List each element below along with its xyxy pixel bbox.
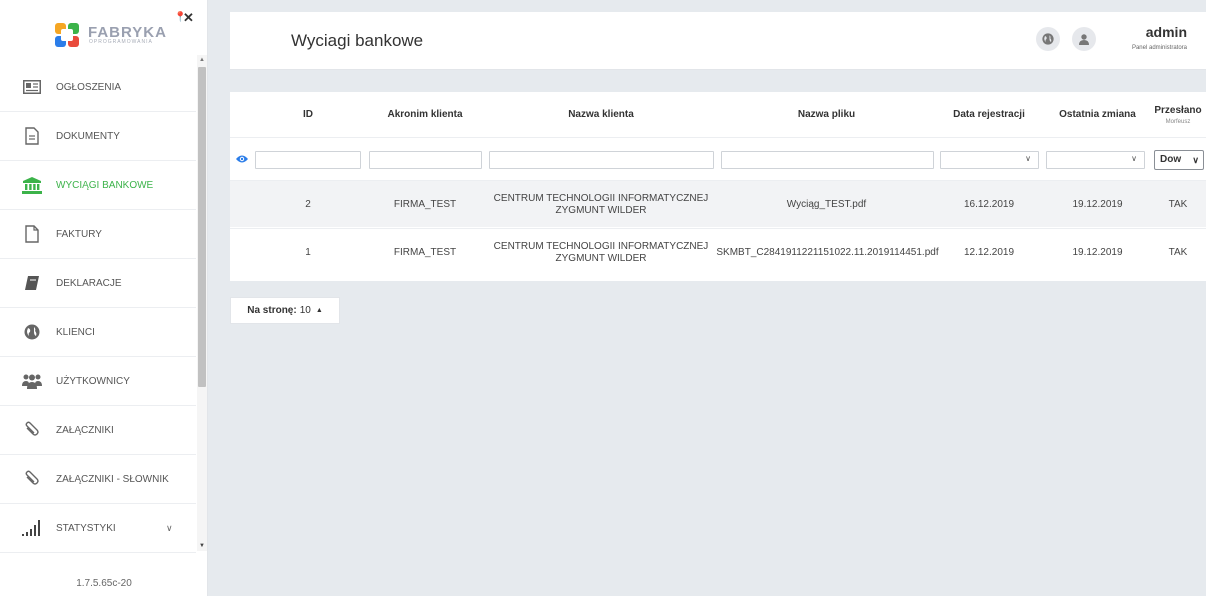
sidebar-item-label: DEKLARACJE <box>56 277 122 289</box>
sidebar-item-label: KLIENCI <box>56 326 95 338</box>
user-menu-button[interactable] <box>1072 27 1096 51</box>
eye-icon[interactable] <box>236 153 248 165</box>
sidebar-item-label: WYCIĄGI BANKOWE <box>56 179 154 191</box>
sidebar-item-ogloszenia[interactable]: OGŁOSZENIA <box>0 63 196 112</box>
sidebar-item-faktury[interactable]: FAKTURY <box>0 210 196 259</box>
cell-id: 1 <box>305 246 311 258</box>
sidebar: FABRYKA OPROGRAMOWANIA 📍 ✕ OGŁOSZENIA DO… <box>0 0 208 596</box>
cell-modified: 19.12.2019 <box>1072 246 1123 258</box>
close-icon[interactable]: ✕ <box>183 10 194 26</box>
cell-sent: TAK <box>1168 246 1188 258</box>
paperclip-icon <box>22 469 42 489</box>
globe-icon <box>22 322 42 342</box>
column-header-registered[interactable]: Data rejestracji <box>938 92 1040 137</box>
caret-up-icon: ▲ <box>315 307 323 314</box>
page-size-value: 10 <box>299 305 311 316</box>
column-header-file[interactable]: Nazwa pliku <box>720 92 933 137</box>
cell-file[interactable]: Wyciąg_TEST.pdf <box>720 181 933 228</box>
sidebar-item-uzytkownicy[interactable]: UŻYTKOWNICY <box>0 357 196 406</box>
page-header: Wyciagi bankowe admin Panel administrato… <box>230 12 1206 70</box>
cell-client: CENTRUM TECHNOLOGII INFORMATYCZNEJ ZYGMU… <box>488 229 714 276</box>
sidebar-scrollbar[interactable]: ▲ ▼ <box>197 55 207 551</box>
column-header-sent[interactable]: Przesłano Morfeusz <box>1150 92 1206 137</box>
cell-id: 2 <box>305 198 311 210</box>
sidebar-item-label: FAKTURY <box>56 228 102 240</box>
filter-sent-value: Dow <box>1160 154 1182 165</box>
logo-mark-icon <box>55 23 79 47</box>
bar-chart-icon <box>22 518 42 538</box>
sidebar-item-label: OGŁOSZENIA <box>56 81 122 93</box>
cell-registered: 12.12.2019 <box>963 246 1015 258</box>
filter-modified-select[interactable]: ∨ <box>1046 151 1145 169</box>
paperclip-icon <box>22 420 42 440</box>
cell-client: CENTRUM TECHNOLOGII INFORMATYCZNEJ ZYGMU… <box>488 181 714 228</box>
sidebar-item-zalaczniki[interactable]: ZAŁĄCZNIKI <box>0 406 196 455</box>
cell-acronym: FIRMA_TEST <box>393 246 457 258</box>
column-header-acronym[interactable]: Akronim klienta <box>368 92 482 137</box>
cell-sent: TAK <box>1168 198 1188 210</box>
cell-file[interactable]: SKMBT_C2841911221151022.11.2019114451.pd… <box>716 229 938 276</box>
newspaper-icon <box>22 77 42 97</box>
brand-tagline: OPROGRAMOWANIA <box>89 39 153 45</box>
table-row[interactable]: 1 FIRMA_TEST CENTRUM TECHNOLOGII INFORMA… <box>230 228 1206 275</box>
column-header-id[interactable]: ID <box>258 92 358 137</box>
chevron-down-icon: ∨ <box>1131 154 1137 163</box>
filter-id-input[interactable] <box>255 151 361 169</box>
column-header-sent-label: Przesłano <box>1154 104 1202 116</box>
cell-acronym: FIRMA_TEST <box>393 198 457 210</box>
user-icon <box>1079 33 1089 45</box>
scroll-down-arrow-icon[interactable]: ▼ <box>197 541 207 551</box>
users-icon <box>22 371 42 391</box>
cell-client-line1: CENTRUM TECHNOLOGII INFORMATYCZNEJ <box>493 192 709 204</box>
page-title: Wyciagi bankowe <box>291 31 424 50</box>
filter-client-input[interactable] <box>489 151 714 169</box>
file-icon <box>22 224 42 244</box>
scroll-thumb[interactable] <box>198 67 206 387</box>
filter-file-input[interactable] <box>721 151 934 169</box>
sidebar-item-label: DOKUMENTY <box>56 130 120 142</box>
cell-client-line2: ZYGMUNT WILDER <box>555 252 647 264</box>
logo: FABRYKA OPROGRAMOWANIA 📍 ✕ <box>0 0 208 62</box>
bank-icon <box>22 175 42 195</box>
cell-client-line1: CENTRUM TECHNOLOGII INFORMATYCZNEJ <box>493 240 709 252</box>
user-name: admin <box>1145 24 1187 40</box>
scroll-up-arrow-icon[interactable]: ▲ <box>197 55 207 65</box>
sidebar-item-dokumenty[interactable]: DOKUMENTY <box>0 112 196 161</box>
sidebar-item-wyciagi-bankowe[interactable]: WYCIĄGI BANKOWE <box>0 161 196 210</box>
sidebar-item-label: STATYSTYKI <box>56 522 116 534</box>
filter-sent-select[interactable]: Dow ∨ <box>1154 150 1204 170</box>
document-icon <box>22 126 42 146</box>
filter-row: ∨ ∨ Dow ∨ <box>230 137 1206 179</box>
language-button[interactable] <box>1036 27 1060 51</box>
bank-statements-table: ID Akronim klienta Nazwa klienta Nazwa p… <box>230 92 1206 281</box>
column-header-sent-sub: Morfeusz <box>1165 118 1191 125</box>
page-size-selector[interactable]: Na stronę: 10 ▲ <box>230 297 340 324</box>
chevron-down-icon: ∨ <box>1025 154 1031 163</box>
sidebar-item-klienci[interactable]: KLIENCI <box>0 308 196 357</box>
app-version: 1.7.5.65c-20 <box>76 578 132 589</box>
page-size-label: Na stronę: <box>247 305 297 316</box>
sidebar-menu: OGŁOSZENIA DOKUMENTY WYCIĄGI BANKOWE FAK… <box>0 63 196 553</box>
sidebar-item-label: ZAŁĄCZNIKI - SŁOWNIK <box>56 473 169 485</box>
filter-registered-select[interactable]: ∨ <box>940 151 1039 169</box>
sidebar-item-deklaracje[interactable]: DEKLARACJE <box>0 259 196 308</box>
filter-acronym-input[interactable] <box>369 151 482 169</box>
sidebar-item-zalaczniki-slownik[interactable]: ZAŁĄCZNIKI - SŁOWNIK <box>0 455 196 504</box>
chevron-down-icon: ∨ <box>166 522 173 533</box>
sidebar-item-label: ZAŁĄCZNIKI <box>56 424 114 436</box>
globe-icon <box>1042 33 1054 45</box>
table-row[interactable]: 2 FIRMA_TEST CENTRUM TECHNOLOGII INFORMA… <box>230 180 1206 227</box>
sidebar-item-label: UŻYTKOWNICY <box>56 375 130 387</box>
chevron-down-icon: ∨ <box>1192 155 1199 165</box>
column-header-modified[interactable]: Ostatnia zmiana <box>1045 92 1150 137</box>
cell-modified: 19.12.2019 <box>1072 198 1123 210</box>
cell-client-line2: ZYGMUNT WILDER <box>555 204 647 216</box>
cell-registered: 16.12.2019 <box>963 198 1015 210</box>
sidebar-item-statystyki[interactable]: STATYSTYKI ∨ <box>0 504 196 553</box>
user-role: Panel administratora <box>1131 45 1187 51</box>
book-icon <box>22 273 42 293</box>
column-header-client[interactable]: Nazwa klienta <box>488 92 714 137</box>
